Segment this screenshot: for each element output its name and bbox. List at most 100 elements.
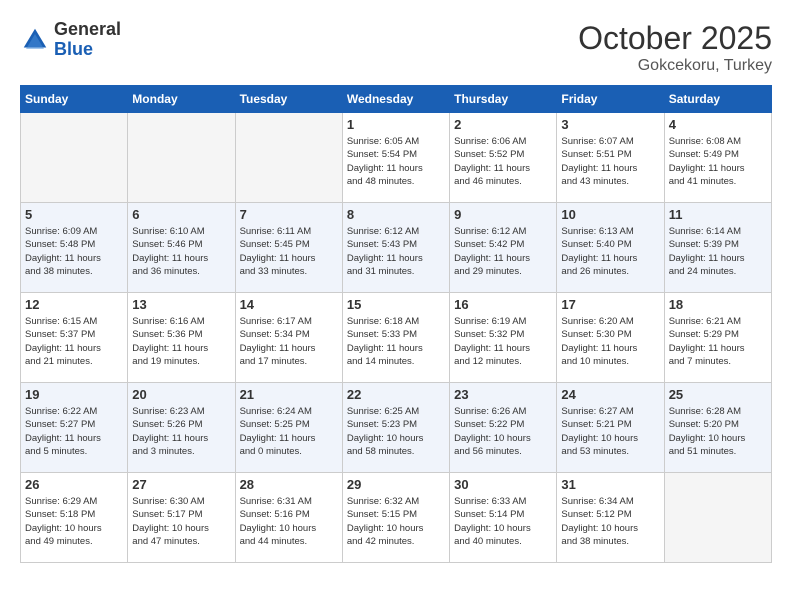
day-cell: 31 Sunrise: 6:34 AM Sunset: 5:12 PM Dayli… bbox=[557, 473, 664, 563]
day-cell: 5 Sunrise: 6:09 AM Sunset: 5:48 PM Daylig… bbox=[21, 203, 128, 293]
day-cell: 4 Sunrise: 6:08 AM Sunset: 5:49 PM Daylig… bbox=[664, 113, 771, 203]
day-cell: 27 Sunrise: 6:30 AM Sunset: 5:17 PM Dayli… bbox=[128, 473, 235, 563]
day-info: Sunrise: 6:25 AM Sunset: 5:23 PM Dayligh… bbox=[347, 405, 445, 458]
header: General Blue October 2025 Gokcekoru, Tur… bbox=[20, 20, 772, 75]
day-info: Sunrise: 6:30 AM Sunset: 5:17 PM Dayligh… bbox=[132, 495, 230, 548]
day-header-wednesday: Wednesday bbox=[342, 86, 449, 113]
logo-blue: Blue bbox=[54, 40, 121, 60]
day-number: 5 bbox=[25, 207, 123, 222]
day-cell: 8Sunrise: 6:12 AM Sunset: 5:43 PM Daylig… bbox=[342, 203, 449, 293]
day-info: Sunrise: 6:14 AM Sunset: 5:39 PM Dayligh… bbox=[669, 225, 767, 278]
logo-general: General bbox=[54, 20, 121, 40]
day-number: 14 bbox=[240, 297, 338, 312]
day-number: 23 bbox=[454, 387, 552, 402]
day-cell: 26 Sunrise: 6:29 AM Sunset: 5:18 PM Dayli… bbox=[21, 473, 128, 563]
day-info: Sunrise: 6:33 AM Sunset: 5:14 PM Dayligh… bbox=[454, 495, 552, 548]
day-number: 13 bbox=[132, 297, 230, 312]
day-cell: 28 Sunrise: 6:31 AM Sunset: 5:16 PM Dayli… bbox=[235, 473, 342, 563]
day-info: Sunrise: 6:20 AM Sunset: 5:30 PM Dayligh… bbox=[561, 315, 659, 368]
day-info: Sunrise: 6:31 AM Sunset: 5:16 PM Dayligh… bbox=[240, 495, 338, 548]
day-number: 29 bbox=[347, 477, 445, 492]
day-number: 3 bbox=[561, 117, 659, 132]
week-row-3: 12 Sunrise: 6:15 AM Sunset: 5:37 PM Dayli… bbox=[21, 293, 772, 383]
day-cell: 2Sunrise: 6:06 AM Sunset: 5:52 PM Daylig… bbox=[450, 113, 557, 203]
day-cell: 29 Sunrise: 6:32 AM Sunset: 5:15 PM Dayli… bbox=[342, 473, 449, 563]
day-header-sunday: Sunday bbox=[21, 86, 128, 113]
day-number: 22 bbox=[347, 387, 445, 402]
day-cell: 9 Sunrise: 6:12 AM Sunset: 5:42 PM Daylig… bbox=[450, 203, 557, 293]
title-area: October 2025 Gokcekoru, Turkey bbox=[578, 20, 772, 75]
month-title: October 2025 bbox=[578, 20, 772, 57]
day-number: 25 bbox=[669, 387, 767, 402]
day-header-tuesday: Tuesday bbox=[235, 86, 342, 113]
day-cell bbox=[21, 113, 128, 203]
day-number: 8 bbox=[347, 207, 445, 222]
day-cell: 24Sunrise: 6:27 AM Sunset: 5:21 PM Dayli… bbox=[557, 383, 664, 473]
day-cell: 6Sunrise: 6:10 AM Sunset: 5:46 PM Daylig… bbox=[128, 203, 235, 293]
day-info: Sunrise: 6:18 AM Sunset: 5:33 PM Dayligh… bbox=[347, 315, 445, 368]
day-info: Sunrise: 6:32 AM Sunset: 5:15 PM Dayligh… bbox=[347, 495, 445, 548]
day-info: Sunrise: 6:24 AM Sunset: 5:25 PM Dayligh… bbox=[240, 405, 338, 458]
day-cell: 20 Sunrise: 6:23 AM Sunset: 5:26 PM Dayli… bbox=[128, 383, 235, 473]
day-number: 16 bbox=[454, 297, 552, 312]
calendar-header: SundayMondayTuesdayWednesdayThursdayFrid… bbox=[21, 86, 772, 113]
day-info: Sunrise: 6:26 AM Sunset: 5:22 PM Dayligh… bbox=[454, 405, 552, 458]
day-header-monday: Monday bbox=[128, 86, 235, 113]
day-cell: 13 Sunrise: 6:16 AM Sunset: 5:36 PM Dayli… bbox=[128, 293, 235, 383]
day-info: Sunrise: 6:21 AM Sunset: 5:29 PM Dayligh… bbox=[669, 315, 767, 368]
day-cell: 18Sunrise: 6:21 AM Sunset: 5:29 PM Dayli… bbox=[664, 293, 771, 383]
day-number: 4 bbox=[669, 117, 767, 132]
day-info: Sunrise: 6:06 AM Sunset: 5:52 PM Dayligh… bbox=[454, 135, 552, 188]
subtitle: Gokcekoru, Turkey bbox=[578, 57, 772, 75]
day-number: 11 bbox=[669, 207, 767, 222]
day-info: Sunrise: 6:15 AM Sunset: 5:37 PM Dayligh… bbox=[25, 315, 123, 368]
day-number: 27 bbox=[132, 477, 230, 492]
day-number: 31 bbox=[561, 477, 659, 492]
day-cell: 14Sunrise: 6:17 AM Sunset: 5:34 PM Dayli… bbox=[235, 293, 342, 383]
day-cell: 1Sunrise: 6:05 AM Sunset: 5:54 PM Daylig… bbox=[342, 113, 449, 203]
calendar: SundayMondayTuesdayWednesdayThursdayFrid… bbox=[20, 85, 772, 563]
day-number: 7 bbox=[240, 207, 338, 222]
day-cell: 11 Sunrise: 6:14 AM Sunset: 5:39 PM Dayli… bbox=[664, 203, 771, 293]
day-cell: 3 Sunrise: 6:07 AM Sunset: 5:51 PM Daylig… bbox=[557, 113, 664, 203]
week-row-4: 19Sunrise: 6:22 AM Sunset: 5:27 PM Dayli… bbox=[21, 383, 772, 473]
day-number: 24 bbox=[561, 387, 659, 402]
day-info: Sunrise: 6:07 AM Sunset: 5:51 PM Dayligh… bbox=[561, 135, 659, 188]
day-cell: 15 Sunrise: 6:18 AM Sunset: 5:33 PM Dayli… bbox=[342, 293, 449, 383]
header-row: SundayMondayTuesdayWednesdayThursdayFrid… bbox=[21, 86, 772, 113]
day-info: Sunrise: 6:23 AM Sunset: 5:26 PM Dayligh… bbox=[132, 405, 230, 458]
day-cell: 21Sunrise: 6:24 AM Sunset: 5:25 PM Dayli… bbox=[235, 383, 342, 473]
day-info: Sunrise: 6:29 AM Sunset: 5:18 PM Dayligh… bbox=[25, 495, 123, 548]
day-info: Sunrise: 6:13 AM Sunset: 5:40 PM Dayligh… bbox=[561, 225, 659, 278]
day-header-friday: Friday bbox=[557, 86, 664, 113]
day-number: 12 bbox=[25, 297, 123, 312]
day-info: Sunrise: 6:16 AM Sunset: 5:36 PM Dayligh… bbox=[132, 315, 230, 368]
day-number: 15 bbox=[347, 297, 445, 312]
day-number: 28 bbox=[240, 477, 338, 492]
day-info: Sunrise: 6:34 AM Sunset: 5:12 PM Dayligh… bbox=[561, 495, 659, 548]
day-info: Sunrise: 6:12 AM Sunset: 5:42 PM Dayligh… bbox=[454, 225, 552, 278]
week-row-2: 5 Sunrise: 6:09 AM Sunset: 5:48 PM Daylig… bbox=[21, 203, 772, 293]
day-cell: 19Sunrise: 6:22 AM Sunset: 5:27 PM Dayli… bbox=[21, 383, 128, 473]
day-info: Sunrise: 6:10 AM Sunset: 5:46 PM Dayligh… bbox=[132, 225, 230, 278]
day-number: 26 bbox=[25, 477, 123, 492]
day-cell: 17 Sunrise: 6:20 AM Sunset: 5:30 PM Dayli… bbox=[557, 293, 664, 383]
day-header-saturday: Saturday bbox=[664, 86, 771, 113]
day-number: 20 bbox=[132, 387, 230, 402]
day-number: 9 bbox=[454, 207, 552, 222]
day-number: 17 bbox=[561, 297, 659, 312]
day-cell: 25 Sunrise: 6:28 AM Sunset: 5:20 PM Dayli… bbox=[664, 383, 771, 473]
day-info: Sunrise: 6:22 AM Sunset: 5:27 PM Dayligh… bbox=[25, 405, 123, 458]
day-cell: 7Sunrise: 6:11 AM Sunset: 5:45 PM Daylig… bbox=[235, 203, 342, 293]
day-info: Sunrise: 6:09 AM Sunset: 5:48 PM Dayligh… bbox=[25, 225, 123, 278]
day-cell bbox=[128, 113, 235, 203]
day-info: Sunrise: 6:28 AM Sunset: 5:20 PM Dayligh… bbox=[669, 405, 767, 458]
logo-icon bbox=[20, 25, 50, 55]
logo: General Blue bbox=[20, 20, 121, 60]
day-info: Sunrise: 6:08 AM Sunset: 5:49 PM Dayligh… bbox=[669, 135, 767, 188]
week-row-1: 1Sunrise: 6:05 AM Sunset: 5:54 PM Daylig… bbox=[21, 113, 772, 203]
logo-text: General Blue bbox=[54, 20, 121, 60]
calendar-body: 1Sunrise: 6:05 AM Sunset: 5:54 PM Daylig… bbox=[21, 113, 772, 563]
day-cell bbox=[235, 113, 342, 203]
day-cell: 30Sunrise: 6:33 AM Sunset: 5:14 PM Dayli… bbox=[450, 473, 557, 563]
